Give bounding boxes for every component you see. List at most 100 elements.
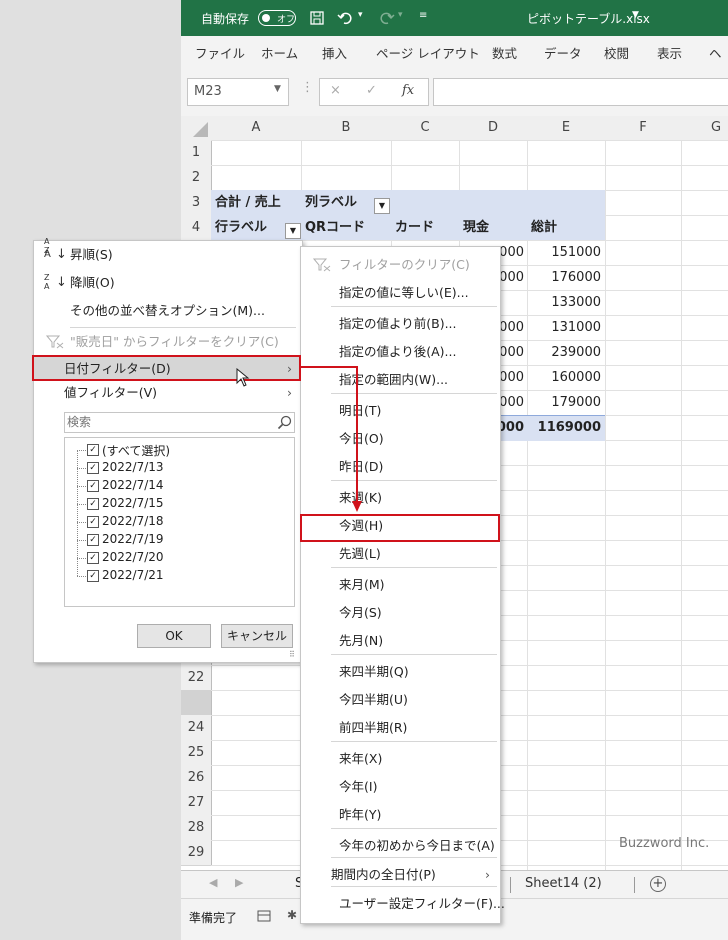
date-filter-option[interactable]: 指定の値より前(B)...: [301, 312, 498, 336]
row-header[interactable]: 24: [181, 715, 212, 741]
date-filter-option-label: 来四半期(Q): [339, 664, 409, 679]
row-header[interactable]: 26: [181, 765, 212, 791]
value-filter-item[interactable]: 値フィルター(V) ›: [34, 381, 300, 405]
date-filter-option[interactable]: ユーザー設定フィルター(F)...: [301, 892, 505, 916]
date-filter-option-label: 昨年(Y): [339, 807, 382, 822]
date-filter-option[interactable]: 前四半期(R): [301, 716, 498, 740]
cancel-button[interactable]: キャンセル: [221, 624, 293, 648]
row-header[interactable]: 2: [181, 165, 212, 191]
row-header[interactable]: 25: [181, 740, 212, 766]
prev-sheet-icon[interactable]: ◀: [209, 876, 217, 889]
checkbox-checked[interactable]: ✓: [87, 480, 99, 492]
row-header[interactable]: 29: [181, 840, 212, 866]
column-header-c[interactable]: C: [391, 116, 460, 141]
submenu-arrow-icon: ›: [485, 867, 490, 882]
total-value-cell: 179000: [551, 395, 601, 410]
row-header[interactable]: 3: [181, 190, 212, 216]
cell-mode-icon[interactable]: [257, 910, 271, 922]
autosave-toggle[interactable]: オフ: [258, 10, 296, 26]
name-box-dropdown-icon[interactable]: ▼: [274, 84, 281, 94]
tree-connector: [77, 450, 86, 451]
sheet-tab-sheet14-2[interactable]: Sheet14 (2): [525, 876, 602, 891]
tab-insert[interactable]: 挿入: [322, 43, 347, 62]
tab-home[interactable]: ホーム: [261, 43, 298, 62]
sort-more-options-item[interactable]: その他の並べ替えオプション(M)...: [34, 299, 300, 323]
add-sheet-icon[interactable]: +: [650, 876, 666, 892]
accessibility-icon[interactable]: ✱: [287, 908, 297, 922]
checkbox-checked[interactable]: ✓: [87, 570, 99, 582]
column-filter-dropdown-icon[interactable]: ▼: [374, 198, 390, 214]
checklist-item-label: 2022/7/18: [102, 514, 164, 528]
date-filter-submenu: フィルターのクリア(C) 指定の値に等しい(E)... 指定の値より前(B)...…: [300, 246, 505, 924]
date-filter-option[interactable]: 先週(L): [301, 542, 498, 566]
next-sheet-icon[interactable]: ▶: [235, 876, 243, 889]
name-box[interactable]: M23 ▼: [187, 78, 289, 106]
tab-data[interactable]: データ: [544, 43, 582, 62]
row-header[interactable]: 28: [181, 815, 212, 841]
item-checklist[interactable]: ✓ (すべて選択) ✓ 2022/7/13 ✓ 2022/7/14 ✓ 2022/7/15 ✓ 2…: [64, 437, 295, 607]
checkbox-checked[interactable]: ✓: [87, 534, 99, 546]
date-filter-option[interactable]: 来年(X): [301, 747, 498, 771]
checkbox-checked[interactable]: ✓: [87, 552, 99, 564]
tab-page-layout[interactable]: ページ レイアウト: [376, 43, 480, 62]
sort-descending-item[interactable]: ZA ↓ 降順(O): [34, 271, 300, 295]
undo-icon[interactable]: [337, 9, 355, 27]
sort-desc-label: 降順(O): [70, 275, 115, 290]
sort-ascending-item[interactable]: A AZ ↓ 昇順(S): [34, 237, 300, 267]
date-filter-option[interactable]: 今四半期(U): [301, 688, 498, 712]
checkbox-checked[interactable]: ✓: [87, 498, 99, 510]
row-header[interactable]: 22: [181, 665, 212, 691]
filename-chevron-icon[interactable]: ▼: [632, 10, 639, 20]
total-value-cell: 131000: [551, 320, 601, 335]
search-field[interactable]: [64, 412, 295, 433]
separator: [331, 567, 497, 568]
select-all-corner[interactable]: [181, 116, 212, 141]
checkbox-checked[interactable]: ✓: [87, 462, 99, 474]
date-filter-option[interactable]: 今週(H): [301, 514, 498, 538]
date-filter-item[interactable]: 日付フィルター(D) ›: [34, 357, 300, 381]
grand-total: 1169000: [537, 420, 601, 435]
checklist-item-label: (すべて選択): [102, 444, 171, 458]
formula-input[interactable]: [433, 78, 728, 106]
checkbox-checked[interactable]: ✓: [87, 516, 99, 528]
tab-file[interactable]: ファイル: [195, 43, 245, 62]
tab-review[interactable]: 校閲: [604, 43, 629, 62]
search-input[interactable]: [67, 414, 267, 429]
date-filter-option[interactable]: 今年(I): [301, 775, 498, 799]
column-header-d[interactable]: D: [459, 116, 528, 141]
date-filter-option-label: 今週(H): [339, 518, 384, 533]
date-filter-option[interactable]: 来月(M): [301, 573, 498, 597]
row-header[interactable]: 1: [181, 140, 212, 166]
date-filter-option[interactable]: 期間内の全日付(P) ›: [301, 863, 498, 887]
date-filter-option[interactable]: 指定の値より後(A)...: [301, 340, 498, 364]
clear-filter-item: "販売日" からフィルターをクリア(C): [34, 330, 300, 354]
date-filter-option-label: 今四半期(U): [339, 692, 408, 707]
checklist-item-label: 2022/7/14: [102, 478, 164, 492]
ok-button[interactable]: OK: [137, 624, 211, 648]
date-filter-option[interactable]: 先月(N): [301, 629, 498, 653]
row-filter-dropdown-icon[interactable]: ▼: [285, 223, 301, 239]
column-header-f[interactable]: F: [605, 116, 682, 141]
resize-grip-icon[interactable]: ⠿: [289, 650, 295, 659]
save-icon[interactable]: [309, 10, 325, 26]
column-header-e[interactable]: E: [527, 116, 606, 141]
date-filter-option[interactable]: 来四半期(Q): [301, 660, 498, 684]
date-filter-option[interactable]: 指定の値に等しい(E)...: [301, 281, 498, 305]
customize-qat-icon[interactable]: ≡: [419, 10, 427, 21]
date-filter-option[interactable]: 昨年(Y): [301, 803, 498, 827]
checkbox-checked[interactable]: ✓: [87, 444, 99, 456]
tab-view[interactable]: 表示: [657, 43, 682, 62]
tab-formulas[interactable]: 数式: [492, 43, 517, 62]
formula-buttons: × ✓ fx: [319, 78, 429, 106]
date-filter-option[interactable]: 今年の初めから今日まで(A): [301, 834, 498, 858]
undo-dropdown-icon[interactable]: ▾: [358, 10, 363, 20]
row-header[interactable]: 27: [181, 790, 212, 816]
column-header-g[interactable]: G: [681, 116, 728, 141]
column-header-a[interactable]: A: [211, 116, 302, 141]
col-header-cash: 現金: [463, 220, 490, 235]
date-filter-option[interactable]: 今月(S): [301, 601, 498, 625]
insert-function-icon[interactable]: fx: [402, 83, 414, 98]
row-header[interactable]: 4: [181, 215, 212, 241]
column-header-b[interactable]: B: [301, 116, 392, 141]
submenu-arrow-icon: ›: [287, 361, 292, 376]
